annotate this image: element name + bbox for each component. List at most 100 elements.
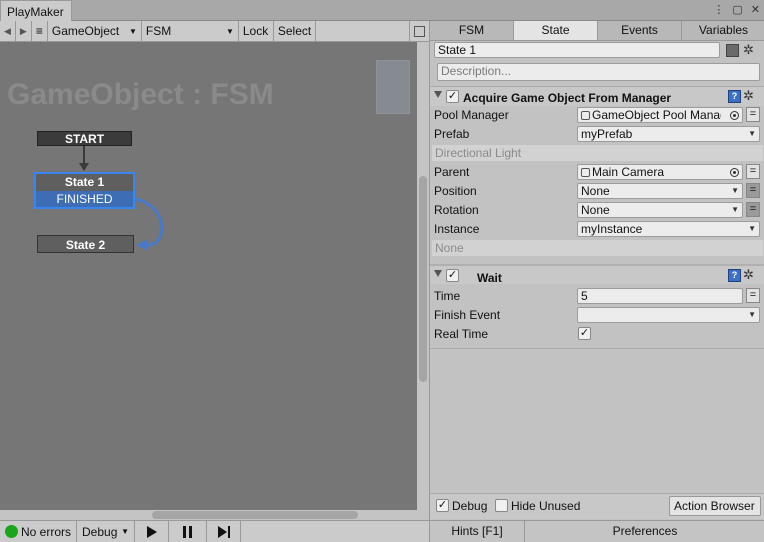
state-node-state-1[interactable]: State 1 FINISHED [34, 172, 135, 209]
play-button[interactable] [135, 521, 169, 542]
close-icon[interactable]: ✕ [751, 3, 760, 16]
action-header-acquire[interactable]: ✓ Acquire Game Object From Manager ? ✲ [430, 86, 764, 106]
object-picker-icon[interactable] [730, 110, 739, 120]
state-name-field[interactable]: State 1 [434, 42, 720, 58]
help-icon[interactable]: ? [728, 90, 741, 103]
gameobject-icon [581, 168, 590, 177]
description-field[interactable]: Description... [437, 63, 760, 81]
pool-manager-field[interactable]: GameObject Pool Manag [577, 107, 743, 123]
fold-arrow-icon[interactable] [434, 270, 442, 277]
pause-icon [183, 525, 192, 538]
finish-event-dropdown[interactable]: ▼ [577, 307, 760, 323]
step-button[interactable] [207, 521, 241, 542]
variable-toggle-button[interactable]: = [746, 202, 760, 217]
action-title: Wait [477, 271, 502, 285]
status-bar: No errors Debug ▼ [0, 520, 429, 542]
hamburger-icon: ≡ [35, 24, 43, 38]
dropdown-caret-icon: ▼ [225, 26, 234, 36]
state-node-state-2[interactable]: State 2 [37, 235, 134, 253]
dropdown-caret-icon: ▼ [731, 205, 739, 214]
play-icon [146, 525, 157, 538]
gear-icon[interactable]: ✲ [743, 42, 754, 58]
field-label-parent: Parent [434, 165, 470, 179]
variable-toggle-button[interactable]: = [746, 288, 760, 303]
gear-icon[interactable]: ✲ [743, 267, 754, 283]
field-label-finish-event: Finish Event [434, 308, 501, 322]
hide-unused-checkbox[interactable] [495, 499, 508, 512]
tab-events[interactable]: Events [598, 21, 682, 40]
field-label-instance: Instance [434, 222, 480, 236]
error-status[interactable]: No errors [0, 521, 77, 542]
inspector-tabs: FSM State Events Variables [430, 21, 764, 41]
hide-unused-label: Hide Unused [511, 499, 581, 513]
field-label-time: Time [434, 289, 461, 303]
position-dropdown[interactable]: None ▼ [577, 183, 743, 199]
variable-toggle-button[interactable]: = [746, 164, 760, 179]
dropdown-caret-icon: ▼ [731, 186, 739, 195]
dropdown-caret-icon: ▼ [748, 129, 756, 138]
help-icon[interactable]: ? [728, 269, 741, 282]
time-input[interactable]: 5 [577, 288, 743, 304]
action-enabled-checkbox[interactable]: ✓ [446, 269, 459, 282]
pause-button[interactable] [169, 521, 207, 542]
more-options-icon[interactable]: ⋮ [713, 3, 724, 16]
back-button[interactable]: ◀ [0, 21, 16, 41]
canvas-vertical-scroll-thumb[interactable] [419, 176, 427, 382]
variable-toggle-button[interactable]: = [746, 183, 760, 198]
field-label-position: Position [434, 184, 477, 198]
instance-dropdown[interactable]: myInstance ▼ [577, 221, 760, 237]
window-tab-bar: PlayMaker ⋮ ▢ ✕ [0, 0, 764, 22]
inspector-panel: FSM State Events Variables State 1 ✲ Des… [429, 21, 764, 542]
debug-checkbox[interactable]: ✓ [436, 499, 449, 512]
debug-label: Debug [452, 499, 488, 513]
none-label: None [432, 240, 763, 256]
action-title: Acquire Game Object From Manager [463, 91, 672, 105]
minimap-toggle-button[interactable] [409, 21, 429, 41]
select-button[interactable]: Select [274, 21, 316, 41]
action-header-wait[interactable]: ✓ Wait ? ✲ [430, 264, 764, 285]
field-label-rotation: Rotation [434, 203, 479, 217]
menu-button[interactable]: ≡ [32, 21, 48, 41]
hints-button[interactable]: Hints [F1] [430, 521, 525, 542]
state-color-swatch[interactable] [726, 44, 739, 57]
gear-icon[interactable]: ✲ [743, 88, 754, 104]
window-tab-playmaker[interactable]: PlayMaker [0, 0, 72, 22]
inspector-bottom-bar: ✓ Debug Hide Unused Action Browser [430, 493, 764, 519]
divider [430, 348, 764, 349]
transition-arrows [79, 146, 164, 251]
fold-arrow-icon[interactable] [434, 91, 442, 98]
field-label-real-time: Real Time [434, 327, 489, 341]
parent-field[interactable]: Main Camera [577, 164, 743, 180]
rotation-dropdown[interactable]: None ▼ [577, 202, 743, 218]
fsm-dropdown[interactable]: FSM ▼ [142, 21, 239, 41]
inspector-footer: Hints [F1] Preferences [430, 520, 764, 542]
status-ok-icon [5, 525, 18, 538]
tab-variables[interactable]: Variables [682, 21, 764, 40]
object-picker-icon[interactable] [730, 167, 739, 177]
fsm-graph-canvas[interactable]: GameObject : FSM START State 1 FINISHED … [0, 42, 417, 510]
canvas-horizontal-scroll-thumb[interactable] [152, 511, 358, 519]
dropdown-caret-icon: ▼ [748, 310, 756, 319]
state-transition-event[interactable]: FINISHED [36, 191, 133, 207]
back-arrow-icon: ◀ [4, 25, 11, 36]
minimap-icon [414, 25, 425, 37]
dropdown-caret-icon: ▼ [128, 26, 137, 36]
action-enabled-checkbox[interactable]: ✓ [446, 90, 459, 103]
preferences-button[interactable]: Preferences [525, 521, 764, 542]
real-time-checkbox[interactable]: ✓ [578, 327, 591, 340]
forward-button[interactable]: ▶ [16, 21, 32, 41]
toolbar: ◀ ▶ ≡ GameObject ▼ FSM ▼ Lock Select [0, 21, 429, 42]
component-icon [581, 111, 590, 120]
tab-state[interactable]: State [514, 21, 598, 40]
state-node-title: State 1 [36, 174, 133, 191]
gameobject-dropdown[interactable]: GameObject ▼ [48, 21, 142, 41]
debug-dropdown[interactable]: Debug ▼ [77, 521, 135, 542]
variable-toggle-button[interactable]: = [746, 107, 760, 122]
maximize-icon[interactable]: ▢ [732, 3, 742, 16]
lock-button[interactable]: Lock [239, 21, 274, 41]
start-node[interactable]: START [37, 131, 132, 146]
prefab-dropdown[interactable]: myPrefab ▼ [577, 126, 760, 142]
tab-fsm[interactable]: FSM [430, 21, 514, 40]
field-label-prefab: Prefab [434, 127, 470, 141]
action-browser-button[interactable]: Action Browser [669, 496, 761, 516]
